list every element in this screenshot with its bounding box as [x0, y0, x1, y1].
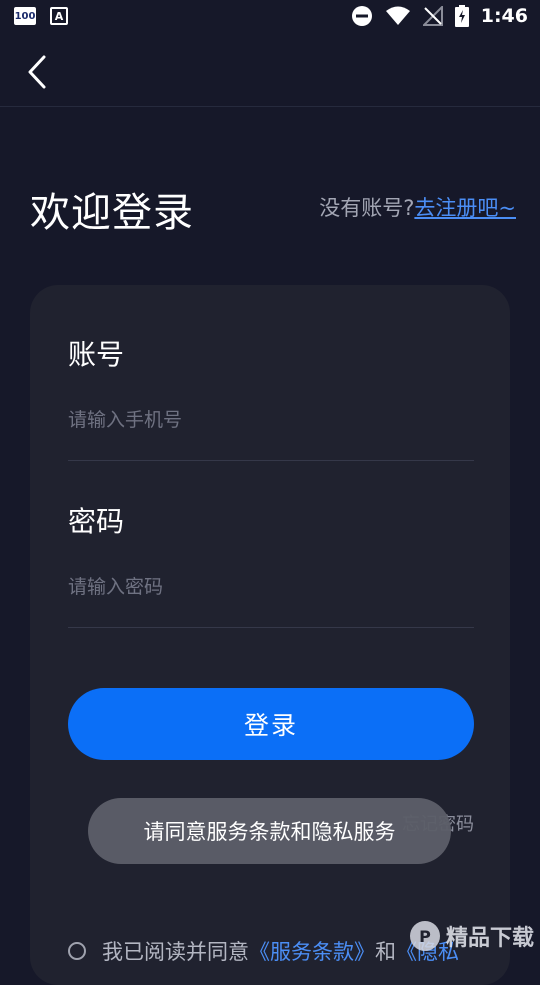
- watermark: P 精品下载: [409, 920, 534, 952]
- agree-radio[interactable]: [68, 942, 86, 960]
- phone-input[interactable]: [68, 400, 474, 440]
- terms-link[interactable]: 《服务条款》: [249, 940, 375, 964]
- clock-time: 1:46: [480, 5, 528, 27]
- top-navigation-bar: [0, 36, 540, 107]
- back-button[interactable]: [22, 52, 58, 92]
- agreement-prefix: 我已阅读并同意: [102, 940, 249, 964]
- watermark-text: 精品下载: [445, 926, 534, 951]
- password-input[interactable]: [68, 567, 474, 607]
- account-label: 账号: [68, 338, 125, 371]
- notification-badge-icon: 100: [14, 7, 36, 25]
- no-signal-icon: [422, 6, 443, 26]
- password-label: 密码: [68, 505, 125, 538]
- account-divider: [68, 460, 474, 461]
- chevron-left-icon: [28, 55, 46, 89]
- login-button[interactable]: 登录: [68, 688, 474, 760]
- register-prompt: 没有账号?去注册吧~: [319, 192, 516, 222]
- password-divider: [68, 627, 474, 628]
- login-form-card: [30, 285, 510, 985]
- battery-charging-icon: [454, 5, 469, 27]
- watermark-logo-icon: P: [409, 921, 440, 951]
- no-account-text: 没有账号?: [319, 196, 415, 220]
- page-title: 欢迎登录: [30, 190, 194, 236]
- toast-message: 请同意服务条款和隐私服务: [88, 798, 451, 864]
- agreement-and: 和: [375, 940, 396, 964]
- a-notification-icon: A: [50, 7, 68, 25]
- do-not-disturb-icon: [351, 6, 372, 26]
- wifi-icon: [385, 6, 410, 25]
- status-bar: 100 A 1:46: [0, 0, 540, 36]
- agreement-row: 我已阅读并同意《服务条款》和《隐私: [68, 936, 459, 966]
- register-link[interactable]: 去注册吧~: [414, 196, 516, 220]
